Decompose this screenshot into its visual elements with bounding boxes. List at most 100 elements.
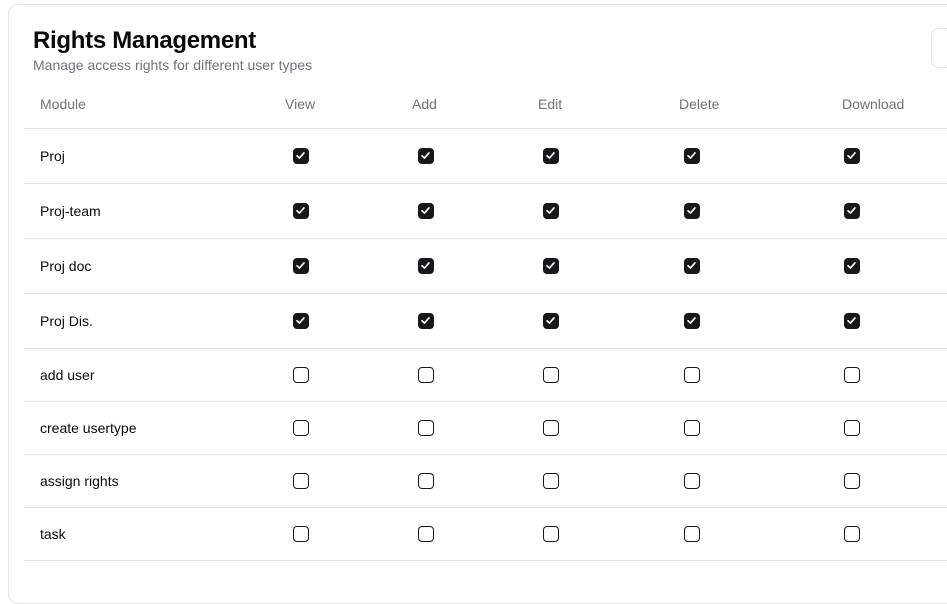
permission-cell-add [380, 128, 505, 184]
permission-cell-delete [646, 454, 798, 508]
view-checkbox[interactable] [293, 420, 309, 437]
permission-cell-view [256, 238, 380, 294]
permission-cell-add [380, 454, 505, 508]
check-icon [296, 207, 305, 215]
permission-cell-edit [505, 183, 646, 239]
add-checkbox[interactable] [418, 367, 434, 384]
module-name: create usertype [24, 401, 256, 455]
permission-cell-download [798, 348, 947, 402]
add-checkbox[interactable] [418, 148, 434, 165]
view-checkbox[interactable] [293, 526, 309, 543]
download-checkbox[interactable] [844, 473, 860, 490]
permission-cell-delete [646, 128, 798, 184]
delete-checkbox[interactable] [684, 420, 700, 437]
permission-cell-add [380, 348, 505, 402]
download-checkbox[interactable] [844, 313, 860, 330]
page-title: Rights Management [33, 27, 256, 54]
permission-cell-download [798, 454, 947, 508]
header-action-button[interactable] [931, 28, 947, 68]
module-name: Proj Dis. [24, 293, 256, 349]
view-checkbox[interactable] [293, 473, 309, 490]
permission-cell-delete [646, 293, 798, 349]
check-icon [421, 152, 430, 160]
module-name: Proj [24, 128, 256, 184]
delete-checkbox[interactable] [684, 367, 700, 384]
view-checkbox[interactable] [293, 148, 309, 165]
table-row: assign rights [24, 454, 947, 508]
check-icon [421, 317, 430, 325]
add-checkbox[interactable] [418, 526, 434, 543]
check-icon [546, 207, 555, 215]
check-icon [847, 317, 856, 325]
add-checkbox[interactable] [418, 313, 434, 330]
add-checkbox[interactable] [418, 258, 434, 275]
permission-cell-view [256, 507, 380, 561]
permission-cell-download [798, 293, 947, 349]
check-icon [847, 207, 856, 215]
delete-checkbox[interactable] [684, 526, 700, 543]
table-row: Proj doc [24, 238, 947, 294]
add-checkbox[interactable] [418, 473, 434, 490]
check-icon [546, 152, 555, 160]
delete-checkbox[interactable] [684, 203, 700, 220]
check-icon [546, 317, 555, 325]
edit-checkbox[interactable] [543, 367, 559, 384]
permission-cell-delete [646, 183, 798, 239]
permission-cell-add [380, 293, 505, 349]
permission-cell-edit [505, 401, 646, 455]
permission-cell-delete [646, 348, 798, 402]
permission-cell-view [256, 348, 380, 402]
permission-cell-add [380, 401, 505, 455]
edit-checkbox[interactable] [543, 148, 559, 165]
permission-cell-add [380, 238, 505, 294]
page-subtitle: Manage access rights for different user … [33, 57, 313, 73]
edit-checkbox[interactable] [543, 526, 559, 543]
download-checkbox[interactable] [844, 367, 860, 384]
edit-checkbox[interactable] [543, 203, 559, 220]
add-checkbox[interactable] [418, 420, 434, 437]
permission-cell-view [256, 454, 380, 508]
permission-cell-download [798, 507, 947, 561]
download-checkbox[interactable] [844, 420, 860, 437]
check-icon [296, 262, 305, 270]
check-icon [847, 262, 856, 270]
view-checkbox[interactable] [293, 258, 309, 275]
permission-cell-view [256, 401, 380, 455]
edit-checkbox[interactable] [543, 473, 559, 490]
view-checkbox[interactable] [293, 367, 309, 384]
permission-cell-edit [505, 348, 646, 402]
edit-checkbox[interactable] [543, 420, 559, 437]
permission-cell-view [256, 128, 380, 184]
check-icon [847, 152, 856, 160]
add-checkbox[interactable] [418, 203, 434, 220]
check-icon [687, 317, 696, 325]
rights-table: Module View Add Edit Delete Download Pro… [24, 80, 947, 561]
edit-checkbox[interactable] [543, 313, 559, 330]
permission-cell-edit [505, 454, 646, 508]
column-header-edit: Edit [505, 80, 646, 129]
delete-checkbox[interactable] [684, 258, 700, 275]
permission-cell-add [380, 183, 505, 239]
check-icon [421, 207, 430, 215]
delete-checkbox[interactable] [684, 313, 700, 330]
permission-cell-delete [646, 238, 798, 294]
delete-checkbox[interactable] [684, 148, 700, 165]
module-name: assign rights [24, 454, 256, 508]
download-checkbox[interactable] [844, 258, 860, 275]
table-row: Proj Dis. [24, 293, 947, 349]
edit-checkbox[interactable] [543, 258, 559, 275]
permission-cell-edit [505, 128, 646, 184]
view-checkbox[interactable] [293, 203, 309, 220]
check-icon [296, 152, 305, 160]
download-checkbox[interactable] [844, 203, 860, 220]
check-icon [421, 262, 430, 270]
download-checkbox[interactable] [844, 148, 860, 165]
table-row: Proj [24, 128, 947, 184]
permission-cell-edit [505, 293, 646, 349]
delete-checkbox[interactable] [684, 473, 700, 490]
column-header-delete: Delete [646, 80, 798, 129]
module-name: Proj doc [24, 238, 256, 294]
check-icon [687, 262, 696, 270]
view-checkbox[interactable] [293, 313, 309, 330]
download-checkbox[interactable] [844, 526, 860, 543]
